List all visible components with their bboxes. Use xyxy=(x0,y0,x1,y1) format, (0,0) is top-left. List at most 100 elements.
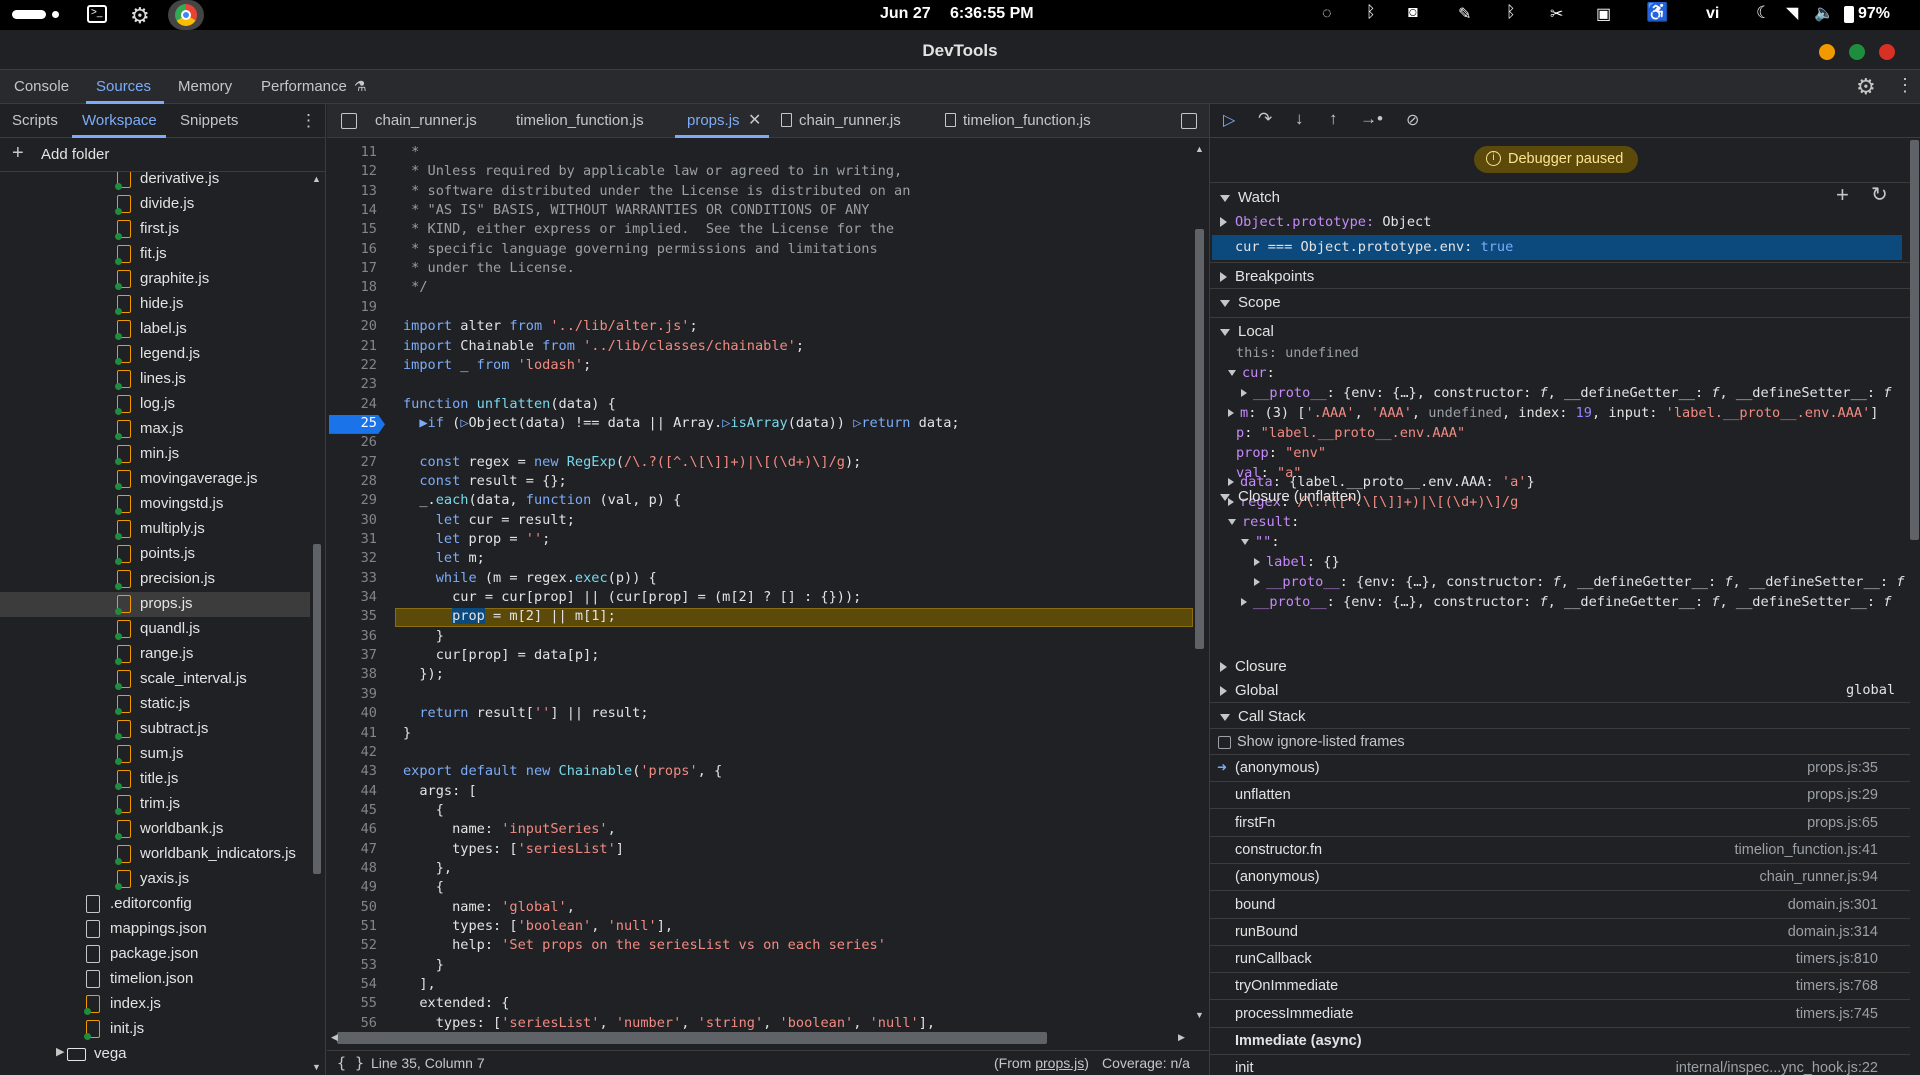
file-item[interactable]: title.js xyxy=(0,767,310,792)
scroll-down-arrow[interactable]: ▼ xyxy=(1195,1010,1204,1020)
call-frame[interactable]: processImmediate timers.js:745 xyxy=(1210,1001,1910,1028)
file-item[interactable]: subtract.js xyxy=(0,717,310,742)
code-line[interactable]: 12 * Unless required by applicable law o… xyxy=(327,163,1193,182)
call-frame[interactable]: runCallback timers.js:810 xyxy=(1210,946,1910,974)
file-item[interactable]: timelion.json xyxy=(0,967,310,992)
code-line[interactable]: 46 name: 'inputSeries', xyxy=(327,821,1193,840)
editor-tab-chain-runner-2[interactable]: chain_runner.js xyxy=(799,112,901,129)
code-line[interactable]: 35 prop = m[2] || m[1]; xyxy=(327,608,1193,628)
code-line[interactable]: 27 const regex = new RegExp(/\.?([^.\[\]… xyxy=(327,454,1193,473)
file-item[interactable]: package.json xyxy=(0,942,310,967)
toggle-navigator-icon[interactable] xyxy=(341,113,357,129)
more-options-icon[interactable]: ⋮ xyxy=(300,111,317,131)
tab-scripts[interactable]: Scripts xyxy=(12,112,58,129)
call-frame-location[interactable]: domain.js:314 xyxy=(1788,924,1878,940)
code-line[interactable]: 37 cur[prop] = data[p]; xyxy=(327,647,1193,666)
file-item[interactable]: movingaverage.js xyxy=(0,467,310,492)
call-frame[interactable]: (anonymous) chain_runner.js:94 xyxy=(1210,864,1910,892)
editor-tab-props[interactable]: props.js xyxy=(687,112,740,129)
scope-variable-row[interactable]: "": xyxy=(1241,534,1280,550)
code-line[interactable]: 24 function unflatten(data) { xyxy=(327,396,1193,415)
close-tab-icon[interactable]: ✕ xyxy=(748,110,761,130)
code-line[interactable]: 20 import alter from '../lib/alter.js'; xyxy=(327,318,1193,337)
breakpoints-section-header[interactable]: Breakpoints xyxy=(1210,262,1910,287)
code-line[interactable]: 42 xyxy=(327,744,1193,763)
code-line[interactable]: 33 while (m = regex.exec(p)) { xyxy=(327,570,1193,589)
file-item[interactable]: scale_interval.js xyxy=(0,667,310,692)
code-line[interactable]: 11 * xyxy=(327,144,1193,163)
code-line[interactable]: 54 ], xyxy=(327,976,1193,995)
file-item[interactable]: index.js xyxy=(0,992,310,1017)
code-line[interactable]: 56 types: ['seriesList', 'number', 'stri… xyxy=(327,1015,1193,1032)
scroll-up-arrow[interactable]: ▲ xyxy=(312,174,321,184)
call-frame-location[interactable]: chain_runner.js:94 xyxy=(1760,869,1879,885)
call-frame-location[interactable]: timers.js:745 xyxy=(1796,1006,1878,1022)
editor-tab-chain-runner[interactable]: chain_runner.js xyxy=(375,112,477,129)
code-line[interactable]: 43 export default new Chainable('props', … xyxy=(327,763,1193,782)
maximize-button[interactable] xyxy=(1849,44,1865,60)
editor-vertical-scrollbar[interactable] xyxy=(1195,229,1204,649)
editor-horizontal-scrollbar[interactable] xyxy=(337,1032,1047,1044)
source-origin-link[interactable]: props.js xyxy=(1035,1055,1084,1071)
code-line[interactable]: 23 xyxy=(327,376,1193,395)
chrome-icon[interactable] xyxy=(168,0,204,30)
code-line[interactable]: 31 let prop = ''; xyxy=(327,531,1193,550)
scope-local-header[interactable]: Local xyxy=(1210,317,1910,342)
code-line[interactable]: 14 * "AS IS" BASIS, WITHOUT WARRANTIES O… xyxy=(327,202,1193,221)
call-frame[interactable]: bound domain.js:301 xyxy=(1210,892,1910,919)
watch-item-selected[interactable]: cur === Object.prototype.env: true xyxy=(1212,235,1902,260)
scope-closure-unflatten-header[interactable]: Closure (unflatten) xyxy=(1210,483,1910,508)
code-line[interactable]: 44 args: [ xyxy=(327,783,1193,802)
code-line[interactable]: 49 { xyxy=(327,879,1193,898)
watch-section-header[interactable]: Watch xyxy=(1210,182,1910,207)
close-button[interactable] xyxy=(1879,44,1895,60)
step-into-icon[interactable]: ↓ xyxy=(1295,109,1304,129)
clock-time[interactable]: 6:36:55 PM xyxy=(950,5,1034,23)
file-item[interactable]: init.js xyxy=(0,1017,310,1042)
scroll-right-arrow[interactable]: ▶ xyxy=(1178,1032,1185,1043)
scope-closure-header[interactable]: Closure xyxy=(1210,653,1910,678)
file-item[interactable]: multiply.js xyxy=(0,517,310,542)
code-line[interactable]: 17 * under the License. xyxy=(327,260,1193,279)
code-line[interactable]: 28 const result = {}; xyxy=(327,473,1193,492)
call-frame[interactable]: init internal/inspec...ync_hook.js:22 xyxy=(1210,1055,1910,1075)
tab-workspace[interactable]: Workspace xyxy=(82,112,157,129)
toggle-debugger-icon[interactable] xyxy=(1181,113,1197,129)
scope-variable-row[interactable]: prop: "env" xyxy=(1236,445,1326,461)
code-line[interactable]: 13 * software distributed under the Lice… xyxy=(327,183,1193,202)
tab-memory[interactable]: Memory xyxy=(178,78,232,95)
call-frame[interactable]: constructor.fn timelion_function.js:41 xyxy=(1210,837,1910,864)
call-frame[interactable]: firstFn props.js:65 xyxy=(1210,810,1910,837)
terminal-icon[interactable]: >_ xyxy=(87,5,107,23)
file-item[interactable]: legend.js xyxy=(0,342,310,367)
editor-tab-timelion-function-2[interactable]: timelion_function.js xyxy=(963,112,1091,129)
scope-variable-row[interactable]: result: xyxy=(1228,514,1299,530)
file-item[interactable]: first.js xyxy=(0,217,310,242)
code-line[interactable]: 53 } xyxy=(327,957,1193,976)
scroll-down-arrow[interactable]: ▼ xyxy=(312,1062,321,1072)
file-item[interactable]: points.js xyxy=(0,542,310,567)
add-folder-button[interactable]: + Add folder xyxy=(0,138,325,172)
file-item[interactable]: precision.js xyxy=(0,567,310,592)
code-line[interactable]: 25 ▶if (▷Object(data) !== data || Array.… xyxy=(327,414,1193,434)
scope-variable-row[interactable]: m: (3) ['.AAA', 'AAA', undefined, index:… xyxy=(1228,405,1878,421)
file-item[interactable]: mappings.json xyxy=(0,917,310,942)
deactivate-breakpoints-icon[interactable]: ⊘ xyxy=(1406,110,1419,130)
code-line[interactable]: 51 types: ['boolean', 'null'], xyxy=(327,918,1193,937)
file-item[interactable]: trim.js xyxy=(0,792,310,817)
scope-variable-row[interactable]: label: {} xyxy=(1254,554,1340,570)
code-view[interactable]: 11 * 12 * Unless required by applicable l… xyxy=(327,138,1193,1032)
code-line[interactable]: 18 */ xyxy=(327,279,1193,298)
activities-indicator[interactable] xyxy=(12,10,46,19)
file-item[interactable]: hide.js xyxy=(0,292,310,317)
scope-variable-row[interactable]: cur: xyxy=(1228,365,1275,381)
file-item[interactable]: yaxis.js xyxy=(0,867,310,892)
code-line[interactable]: 29 _.each(data, function (val, p) { xyxy=(327,492,1193,511)
file-item[interactable]: props.js xyxy=(0,592,310,617)
step-out-icon[interactable]: ↑ xyxy=(1329,109,1338,129)
code-line[interactable]: 30 let cur = result; xyxy=(327,512,1193,531)
call-frame-location[interactable]: timers.js:810 xyxy=(1796,951,1878,967)
call-frame-location[interactable]: props.js:35 xyxy=(1807,760,1878,776)
code-line[interactable]: 34 cur = cur[prop] || (cur[prop] = (m[2]… xyxy=(327,589,1193,608)
file-item[interactable]: log.js xyxy=(0,392,310,417)
